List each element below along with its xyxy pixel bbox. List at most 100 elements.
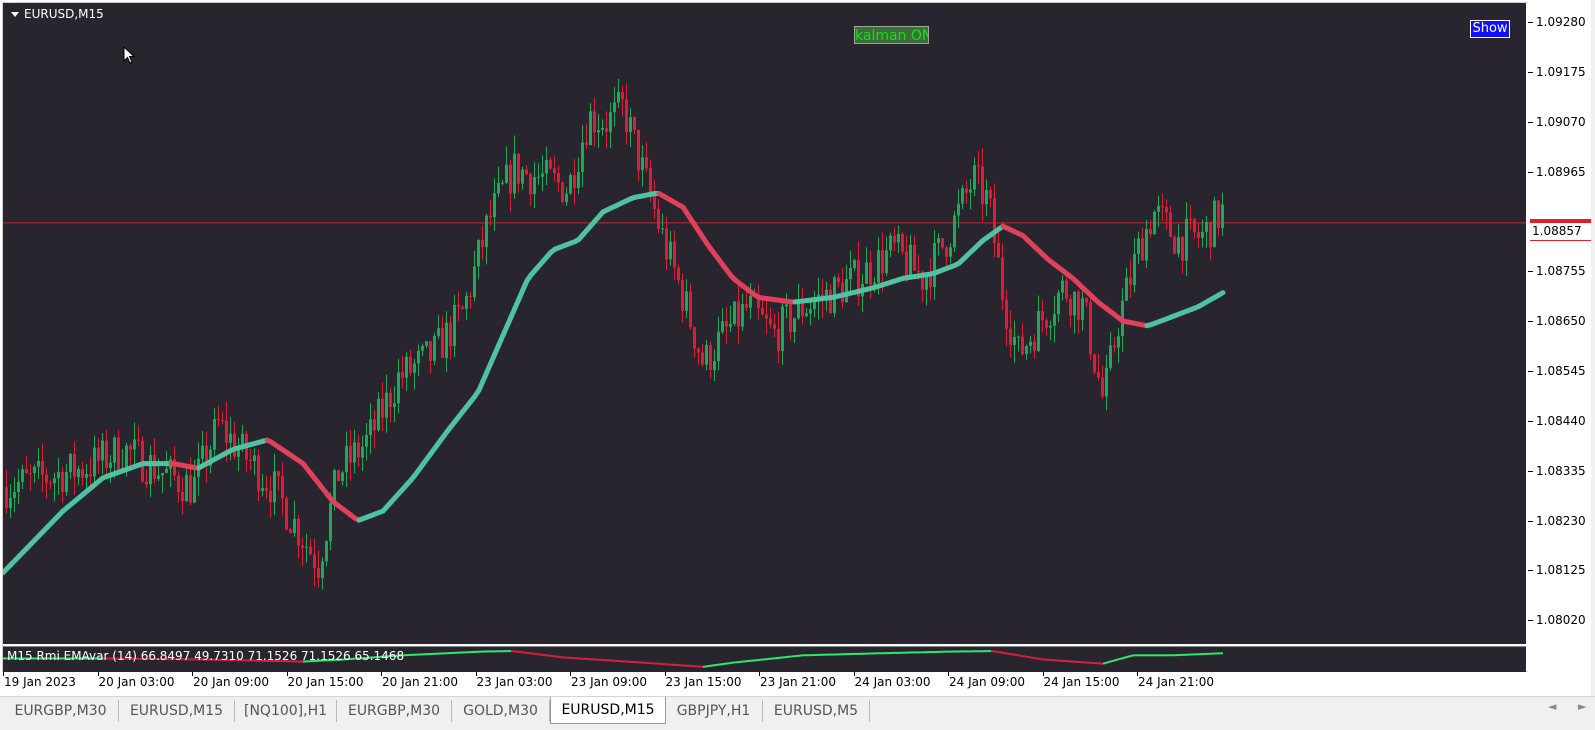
candle-body (353, 442, 356, 462)
candle-body (493, 193, 496, 217)
candle-body (537, 177, 540, 178)
rmi-segment (1027, 657, 1031, 658)
time-axis-label: 23 Jan 21:00 (760, 675, 836, 689)
candle-body (485, 216, 488, 247)
candle-body (741, 304, 744, 326)
candle-body (785, 304, 788, 306)
candle-body (969, 190, 972, 193)
tab-nq100-h1[interactable]: [NQ100],H1 (235, 700, 337, 722)
tab-gold-m30[interactable]: GOLD,M30 (452, 700, 550, 722)
candle-body (513, 154, 516, 194)
candle-body (613, 102, 616, 112)
rmi-segment (1007, 653, 1011, 654)
candle-body (153, 455, 156, 479)
candle-body (305, 547, 308, 548)
candle-body (129, 445, 132, 449)
main-chart-pane[interactable]: EURUSD,M15 kalman ON Show (3, 3, 1526, 644)
rmi-segment (707, 666, 711, 667)
candle-body (1189, 219, 1192, 220)
rmi-segment (719, 664, 723, 665)
show-button[interactable]: Show (1470, 20, 1510, 38)
candle-body (777, 329, 780, 351)
candle-body (1113, 345, 1116, 347)
candle-body (505, 165, 508, 183)
price-axis-label: 1.08440 (1536, 414, 1586, 428)
candle-body (649, 168, 652, 194)
tab-scroll-left-icon[interactable]: ◄ (1548, 700, 1556, 713)
candle-body (873, 283, 876, 285)
candle-body (377, 399, 380, 430)
candle-body (1125, 278, 1128, 301)
indicator-subwindow[interactable]: M15 Rmi EMAvar (14) 66.8497 49.7310 71.1… (3, 646, 1526, 672)
candle-body (1153, 212, 1156, 234)
candle-body (521, 169, 524, 183)
candle-body (789, 304, 792, 332)
price-axis[interactable]: 1.092801.091751.090701.089651.087551.086… (1528, 0, 1595, 672)
candle-body (869, 262, 872, 284)
candle-body (629, 117, 632, 132)
candle-body (545, 160, 548, 173)
tab-eurusd-m15-active[interactable]: EURUSD,M15 (550, 697, 666, 724)
candle-body (49, 483, 52, 484)
candle-body (1129, 278, 1132, 285)
price-axis-tick (1528, 620, 1533, 621)
price-axis-tick (1528, 421, 1533, 422)
candle-body (849, 268, 852, 279)
dropdown-arrow-icon[interactable] (11, 12, 19, 17)
candle-body (705, 345, 708, 365)
candle-body (913, 245, 916, 271)
candle-body (1089, 302, 1092, 354)
candle-body (65, 472, 68, 492)
candle-body (389, 393, 392, 407)
time-axis-label: 19 Jan 2023 (4, 675, 76, 689)
candle-body (661, 228, 664, 229)
rmi-segment (523, 652, 527, 653)
price-axis-label: 1.09070 (1536, 115, 1586, 129)
tab-eurusd-m5[interactable]: EURUSD,M5 (763, 700, 870, 722)
candle-body (865, 262, 868, 283)
price-chart[interactable] (3, 3, 1526, 644)
candle-body (25, 469, 28, 473)
candle-body (1181, 237, 1184, 261)
candle-body (313, 554, 316, 568)
candle-body (1037, 311, 1040, 351)
chart-title: EURUSD,M15 (11, 7, 104, 21)
price-axis-label: 1.08020 (1536, 613, 1586, 627)
candle-body (1045, 320, 1048, 327)
chart-tab-bar: EURGBP,M30 EURUSD,M15 [NQ100],H1 EURGBP,… (0, 696, 1595, 730)
candle-body (673, 242, 676, 268)
candle-body (749, 296, 752, 308)
candle-body (1033, 342, 1036, 351)
candle-body (149, 455, 152, 484)
candle-body (1217, 201, 1220, 228)
tab-eurgbp-m30[interactable]: EURGBP,M30 (3, 700, 119, 722)
candle-body (1169, 212, 1172, 236)
candle-body (233, 434, 236, 457)
time-axis-label: 24 Jan 09:00 (949, 675, 1025, 689)
candle-body (293, 519, 296, 533)
candle-body (901, 234, 904, 252)
candle-body (717, 332, 720, 361)
current-price-label: 1.08857 (1530, 219, 1591, 241)
tab-scroll-right-icon[interactable]: ► (1578, 700, 1586, 713)
candle-body (1137, 238, 1140, 254)
candle-body (357, 442, 360, 457)
candle-body (1165, 207, 1168, 213)
time-axis[interactable]: 19 Jan 202320 Jan 03:0020 Jan 09:0020 Ja… (0, 672, 1530, 694)
candle-body (965, 188, 968, 192)
time-axis-label: 24 Jan 03:00 (855, 675, 931, 689)
candle-body (289, 529, 292, 533)
candle-body (1085, 298, 1088, 302)
candle-body (597, 130, 600, 132)
candle-body (593, 111, 596, 132)
candle-body (441, 328, 444, 358)
candle-body (637, 130, 640, 170)
candle-body (361, 447, 364, 458)
candle-body (941, 238, 944, 247)
price-axis-tick (1528, 271, 1533, 272)
candle-body (1157, 206, 1160, 212)
tab-eurusd-m15[interactable]: EURUSD,M15 (119, 700, 235, 722)
rmi-segment (1019, 655, 1023, 656)
tab-gbpjpy-h1[interactable]: GBPJPY,H1 (665, 700, 763, 722)
tab-eurgbp-m30-2[interactable]: EURGBP,M30 (337, 700, 452, 722)
